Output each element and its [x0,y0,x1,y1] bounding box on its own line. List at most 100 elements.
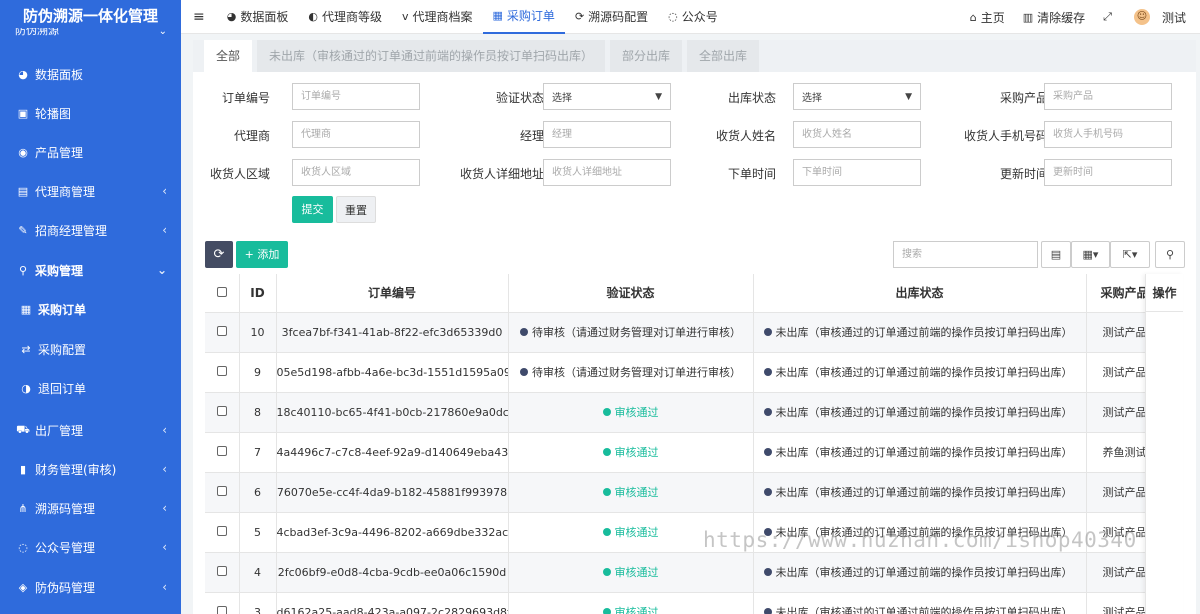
sidebar-item-9[interactable]: ⛟ 出厂管理 ‹ [0,415,181,445]
avatar: ☺ [1133,9,1150,25]
table-row[interactable]: 3 d6162a25-aad8-423a-a097-2c2829693d8f 审核通… [205,592,1183,614]
table-row[interactable]: 8 18c40110-bc65-4f41-b0cb-217860e9a0dc 审核通… [205,392,1183,433]
sidebar-item-clipped[interactable]: 防伪溯源 ⌄ [0,28,181,46]
sidebar-item-5[interactable]: ⚲ 采购管理 ⌄ [0,255,181,285]
stock-status: 未出库（审核通过的订单通过前端的操作员按订单扫码出库） [775,486,1073,499]
table-row[interactable]: 5 4cbad3ef-3c9a-4496-8202-a669dbe332ac 审核通… [205,512,1183,553]
status-tab-1[interactable]: 未出库（审核通过的订单通过前端的操作员按订单扫码出库） [257,40,606,72]
cell-verify: 审核通过 [508,392,754,433]
reset-button[interactable]: 重置 [336,196,376,223]
top-tab-label: 数据面板 [240,10,289,24]
sidebar-item-7[interactable]: ⇄ 采购配置 [0,334,181,364]
row-checkbox[interactable] [216,325,227,336]
top-tab-label: 溯源码配置 [588,10,649,24]
row-checkbox-cell[interactable] [205,512,240,553]
sidebar-item-13[interactable]: ◈ 防伪码管理 ‹ [0,572,181,602]
topbar-right-item-3[interactable]: ☺ 测试 [1125,9,1200,26]
form-input[interactable] [1044,159,1172,186]
status-tab-2[interactable]: 部分出库 [610,40,683,72]
add-button[interactable]: + 添加 [236,241,288,268]
submit-button[interactable]: 提交 [292,196,333,223]
topbar-right-label: 主页 [980,10,1005,25]
select-all-checkbox-cell[interactable] [205,274,240,313]
status-dot-icon [520,328,528,336]
top-tab-2[interactable]: v 代理商档案 [392,0,483,34]
table-search-input[interactable] [893,241,1038,268]
row-checkbox-cell[interactable] [205,392,240,433]
form-input[interactable] [292,121,420,148]
sidebar-item-0[interactable]: ◕ 数据面板 [0,59,181,89]
table-row[interactable]: 4 2fc06bf9-e0d8-4cba-9cdb-ee0a06c1590d 审核通… [205,552,1183,593]
form-select[interactable]: 选择 ▼ [543,83,671,110]
columns-button[interactable]: ▦▾ [1071,241,1110,268]
sidebar-item-12[interactable]: ◌ 公众号管理 ‹ [0,532,181,562]
row-checkbox-cell[interactable] [205,472,240,513]
row-checkbox[interactable] [216,405,227,416]
form-input[interactable] [292,83,420,110]
status-tab-0[interactable]: 全部 [204,40,253,72]
cell-id: 7 [239,432,277,473]
row-checkbox-cell[interactable] [205,432,240,473]
topbar-right-item-0[interactable]: ⌂ 主页 [961,9,1014,26]
row-checkbox[interactable] [216,365,227,376]
top-navbar: ≡ ◕ 数据面板 ◐ 代理商等级 v 代理商档案 ▦ 采购订单 ⟳ 溯源码配置 ◌ 公众号 ⌂ 主页 ▥ 清… [181,0,1200,34]
cell-verify: 待审核（请通过财务管理对订单进行审核） [508,312,754,353]
top-tab-3[interactable]: ▦ 采购订单 [482,0,565,34]
table-row[interactable]: 10 3fcea7bf-f341-41ab-8f22-efc3d65339d0 待审… [205,312,1183,353]
sidebar-item-11[interactable]: ⋔ 溯源码管理 ‹ [0,493,181,523]
row-checkbox[interactable] [216,525,227,536]
form-input[interactable] [793,159,921,186]
row-checkbox[interactable] [216,565,227,576]
top-tab-4[interactable]: ⟳ 溯源码配置 [565,0,658,34]
product-icon: ◉ [18,145,28,159]
row-checkbox-cell[interactable] [205,592,240,614]
form-input[interactable] [1044,83,1172,110]
form-input[interactable] [793,121,921,148]
search-button[interactable]: ⚲ [1155,241,1185,268]
row-checkbox-cell[interactable] [205,552,240,593]
row-checkbox[interactable] [216,445,227,456]
top-tab-0[interactable]: ◕ 数据面板 [217,0,299,34]
status-tab-3[interactable]: 全部出库 [687,40,760,72]
form-input[interactable] [1044,121,1172,148]
menu-toggle-icon[interactable]: ≡ [181,0,217,34]
select-all-checkbox[interactable] [216,286,227,297]
sidebar-item-2[interactable]: ◉ 产品管理 [0,137,181,167]
truck-icon: ⛟ [16,422,30,436]
sidebar-item-4[interactable]: ✎ 招商经理管理 ‹ [0,215,181,245]
topbar-right-item-2[interactable]: ⤢ [1094,10,1125,24]
cell-stock: 未出库（审核通过的订单通过前端的操作员按订单扫码出库） [753,312,1087,353]
column-header-order[interactable]: 订单编号 [276,274,509,313]
sidebar-item-6[interactable]: ▦ 采购订单 [0,294,181,324]
table-row[interactable]: 7 4a4496c7-c7c8-4eef-92a9-d140649eba43 审核通… [205,432,1183,473]
sidebar-item-3[interactable]: ▤ 代理商管理 ‹ [0,176,181,206]
sidebar-item-10[interactable]: ▮ 财务管理(审核) ‹ [0,454,181,484]
top-tab-label: 代理商等级 [321,10,382,24]
sidebar-item-8[interactable]: ◑ 退回订单 [0,373,181,403]
export-button[interactable]: ⇱▾ [1110,241,1150,268]
refresh-icon: ⟳ [213,247,225,262]
form-input[interactable] [543,159,671,186]
top-tab-5[interactable]: ◌ 公众号 [658,0,728,34]
top-tab-1[interactable]: ◐ 代理商等级 [298,0,392,34]
column-header-id[interactable]: ID [239,274,277,313]
form-input[interactable] [543,121,671,148]
column-header-verify[interactable]: 验证状态 [508,274,754,313]
topbar-right-item-1[interactable]: ▥ 清除缓存 [1014,9,1094,26]
row-checkbox-cell[interactable] [205,312,240,353]
toggle-view-button[interactable]: ▤ [1041,241,1071,268]
column-header-stock[interactable]: 出库状态 [753,274,1087,313]
dashboard-icon: ◕ [226,10,237,23]
row-checkbox[interactable] [216,605,227,614]
sidebar-item-1[interactable]: ▣ 轮播图 [0,98,181,128]
table-row[interactable]: 9 05e5d198-afbb-4a6e-bc3d-1551d1595a09 待审核… [205,352,1183,393]
table-row[interactable]: 6 76070e5e-cc4f-4da9-b182-45881f993978 审核通… [205,472,1183,513]
verify-status: 审核通过 [614,566,659,579]
form-label: 采购产品 [999,91,1048,105]
form-select[interactable]: 选择 ▼ [793,83,921,110]
refresh-button[interactable]: ⟳ [205,241,233,268]
form-input[interactable] [292,159,420,186]
row-checkbox-cell[interactable] [205,352,240,393]
form-label: 更新时间 [999,167,1048,181]
row-checkbox[interactable] [216,485,227,496]
